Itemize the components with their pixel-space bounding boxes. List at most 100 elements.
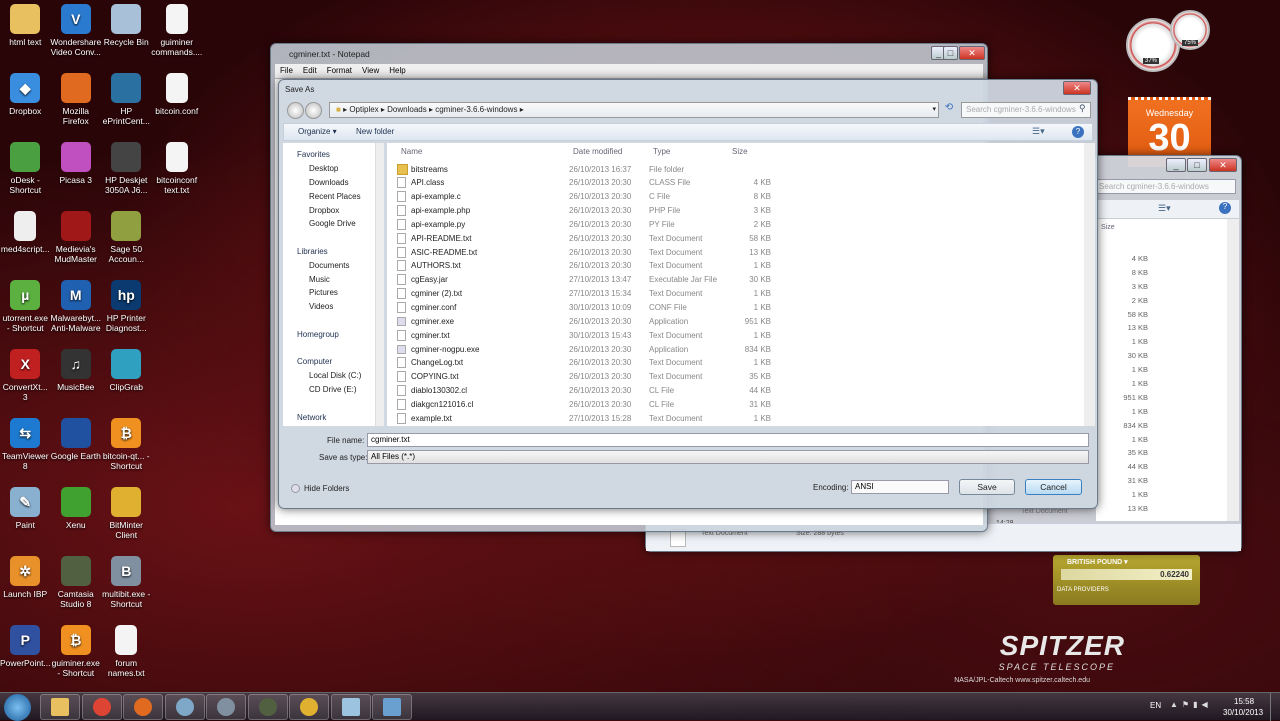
nav-item[interactable]: Downloads: [297, 176, 383, 190]
address-bar[interactable]: ■ ▸ Optiplex ▸ Downloads ▸ cgminer-3.6.6…: [329, 102, 939, 118]
save-type-select[interactable]: All Files (*.*): [367, 450, 1089, 464]
show-desktop-button[interactable]: [1270, 693, 1280, 721]
nav-item[interactable]: Google Drive: [297, 217, 383, 231]
taskbar-bitminter[interactable]: [289, 694, 329, 720]
tray-icons[interactable]: ▲⚑▮◀: [1170, 700, 1212, 709]
close-button[interactable]: ✕: [1209, 158, 1237, 172]
forward-button[interactable]: [305, 102, 322, 119]
desktop-icon[interactable]: guiminer commands....: [151, 4, 202, 73]
desktop-icon[interactable]: Bmultibit.exe - Shortcut: [101, 556, 152, 625]
desktop-icon[interactable]: ₿ bitcoin-qt... - Shortcut: [101, 418, 152, 487]
file-row[interactable]: AUTHORS.txt 26/10/2013 20:30 Text Document…: [387, 259, 1083, 273]
desktop-icon[interactable]: Sage 50 Accoun...: [101, 211, 152, 280]
taskbar-firefox[interactable]: [123, 694, 163, 720]
desktop-icon[interactable]: Picasa 3: [51, 142, 102, 211]
close-button[interactable]: ✕: [959, 46, 985, 60]
view-icon[interactable]: ☰▾: [1158, 203, 1171, 214]
taskbar-chrome[interactable]: [81, 694, 122, 720]
desktop-icon[interactable]: HP ePrintCent...: [101, 73, 152, 142]
nav-item[interactable]: Local Disk (C:): [297, 369, 383, 383]
desktop-icon[interactable]: html text: [0, 4, 51, 73]
menu-view[interactable]: View: [362, 64, 379, 78]
refresh-button[interactable]: ⟲: [941, 102, 957, 118]
nav-item[interactable]: Recent Places: [297, 189, 383, 203]
view-options-icon[interactable]: ☰▾: [1032, 126, 1045, 137]
desktop-icon[interactable]: X ConvertXt... 3: [0, 349, 51, 418]
taskbar-multibit[interactable]: [206, 694, 246, 720]
nav-item[interactable]: Music: [297, 272, 383, 286]
file-row[interactable]: diablo130302.cl 26/10/2013 20:30 CL File 44…: [387, 384, 1083, 398]
nav-scrollbar[interactable]: [375, 143, 384, 426]
nav-group-header[interactable]: Network: [297, 410, 383, 424]
desktop-icon[interactable]: µ utorrent.exe - Shortcut: [0, 280, 51, 349]
desktop-icon[interactable]: Medievia's MudMaster: [51, 211, 102, 280]
desktop-icon[interactable]: BitMinter Client: [101, 487, 152, 556]
close-button[interactable]: ✕: [1063, 81, 1091, 95]
desktop-icon[interactable]: bitcoin.conf: [152, 73, 203, 142]
file-row[interactable]: example.txt 27/10/2013 15:28 Text Document…: [387, 411, 1083, 425]
desktop-icon[interactable]: bitcoinconf text.txt: [152, 142, 203, 211]
cancel-button[interactable]: Cancel: [1025, 479, 1082, 495]
desktop-icon[interactable]: ClipGrab: [101, 349, 152, 418]
file-row[interactable]: api-example.c 26/10/2013 20:30 C File 8 KB: [387, 190, 1083, 204]
nav-group-header[interactable]: Libraries: [297, 245, 383, 259]
column-size[interactable]: Size: [732, 147, 748, 156]
file-row[interactable]: cgminer.exe 26/10/2013 20:30 Application 95…: [387, 314, 1083, 328]
file-row[interactable]: ChangeLog.txt 26/10/2013 20:30 Text Docume…: [387, 356, 1083, 370]
taskbar-explorer-window[interactable]: [372, 694, 412, 720]
back-button[interactable]: [287, 102, 304, 119]
encoding-select[interactable]: ANSI: [851, 480, 949, 494]
file-row[interactable]: bitstreams 26/10/2013 16:37 File folder: [387, 162, 1083, 176]
taskbar-notepad[interactable]: [330, 694, 371, 720]
search-icon[interactable]: ⚲: [1079, 103, 1086, 114]
desktop-icon[interactable]: ◆ Dropbox: [0, 73, 51, 142]
file-row[interactable]: cgminer-nogpu.exe 26/10/2013 20:30 Applica…: [387, 342, 1083, 356]
desktop-icon[interactable]: med4script...: [0, 211, 51, 280]
desktop-icon[interactable]: ⇆ TeamViewer 8: [0, 418, 51, 487]
clock-time[interactable]: 15:58: [1234, 697, 1254, 706]
help-icon[interactable]: ?: [1072, 126, 1084, 138]
nav-item[interactable]: Documents: [297, 258, 383, 272]
taskbar-app-window[interactable]: [164, 694, 205, 720]
file-row[interactable]: COPYING.txt 26/10/2013 20:30 Text Document…: [387, 370, 1083, 384]
desktop-icon[interactable]: hp HP Printer Diagnost...: [101, 280, 152, 349]
cpu-meter-gadget[interactable]: 37% 75%: [1126, 10, 1216, 72]
organize-button[interactable]: Organize ▾: [298, 127, 337, 136]
file-row[interactable]: api-example.py 26/10/2013 20:30 PY File 2 K…: [387, 217, 1083, 231]
desktop-icon[interactable]: P PowerPoint...: [0, 625, 51, 694]
currency-gadget[interactable]: BRITISH POUND ▾ 0.62240 DATA PROVIDERS: [1053, 555, 1200, 605]
desktop-icon[interactable]: oDesk - Shortcut: [0, 142, 51, 211]
desktop-icon[interactable]: Xenu: [51, 487, 102, 556]
maximize-button[interactable]: □: [943, 46, 958, 60]
nav-item[interactable]: CD Drive (E:): [297, 383, 383, 397]
file-row[interactable]: API-README.txt 26/10/2013 20:30 Text Docum…: [387, 231, 1083, 245]
save-as-dialog[interactable]: Save As ✕ ■ ▸ Optiplex ▸ Downloads ▸ cgm…: [278, 79, 1098, 509]
desktop-icon[interactable]: M Malwarebyt... Anti-Malware: [50, 280, 101, 349]
file-row[interactable]: diakgcn121016.cl 26/10/2013 20:30 CL File 3…: [387, 397, 1083, 411]
size-column-header[interactable]: Size: [1101, 224, 1115, 231]
currency-select[interactable]: BRITISH POUND ▾: [1067, 558, 1200, 566]
column-name[interactable]: Name: [401, 147, 422, 156]
desktop-icon[interactable]: Recycle Bin: [101, 4, 152, 73]
file-row[interactable]: API.class 26/10/2013 20:30 CLASS File 4 KB: [387, 176, 1083, 190]
desktop-icon[interactable]: Mozilla Firefox: [51, 73, 102, 142]
desktop-icon[interactable]: ♫ MusicBee: [51, 349, 102, 418]
breadcrumb-item[interactable]: Downloads: [387, 105, 427, 114]
save-button[interactable]: Save: [959, 479, 1015, 495]
nav-group-header[interactable]: Computer: [297, 355, 383, 369]
search-box[interactable]: Search cgminer-3.6.6-windows: [1096, 179, 1236, 194]
desktop-icon[interactable]: Camtasia Studio 8: [51, 556, 102, 625]
help-icon[interactable]: ?: [1219, 202, 1231, 214]
desktop-icon[interactable]: V Wondershare Video Conv...: [50, 4, 101, 73]
nav-item[interactable]: Desktop: [297, 162, 383, 176]
file-name-input[interactable]: cgminer.txt: [367, 433, 1089, 447]
minimize-button[interactable]: _: [1166, 158, 1186, 172]
column-type[interactable]: Type: [653, 147, 670, 156]
menu-file[interactable]: File: [280, 64, 293, 78]
breadcrumb-separator[interactable]: ▸: [517, 105, 524, 114]
menu-edit[interactable]: Edit: [303, 64, 317, 78]
taskbar-camtasia[interactable]: [247, 694, 288, 720]
nav-item[interactable]: Pictures: [297, 286, 383, 300]
desktop-icon[interactable]: HP Deskjet 3050A J6...: [101, 142, 152, 211]
menu-help[interactable]: Help: [389, 64, 405, 78]
